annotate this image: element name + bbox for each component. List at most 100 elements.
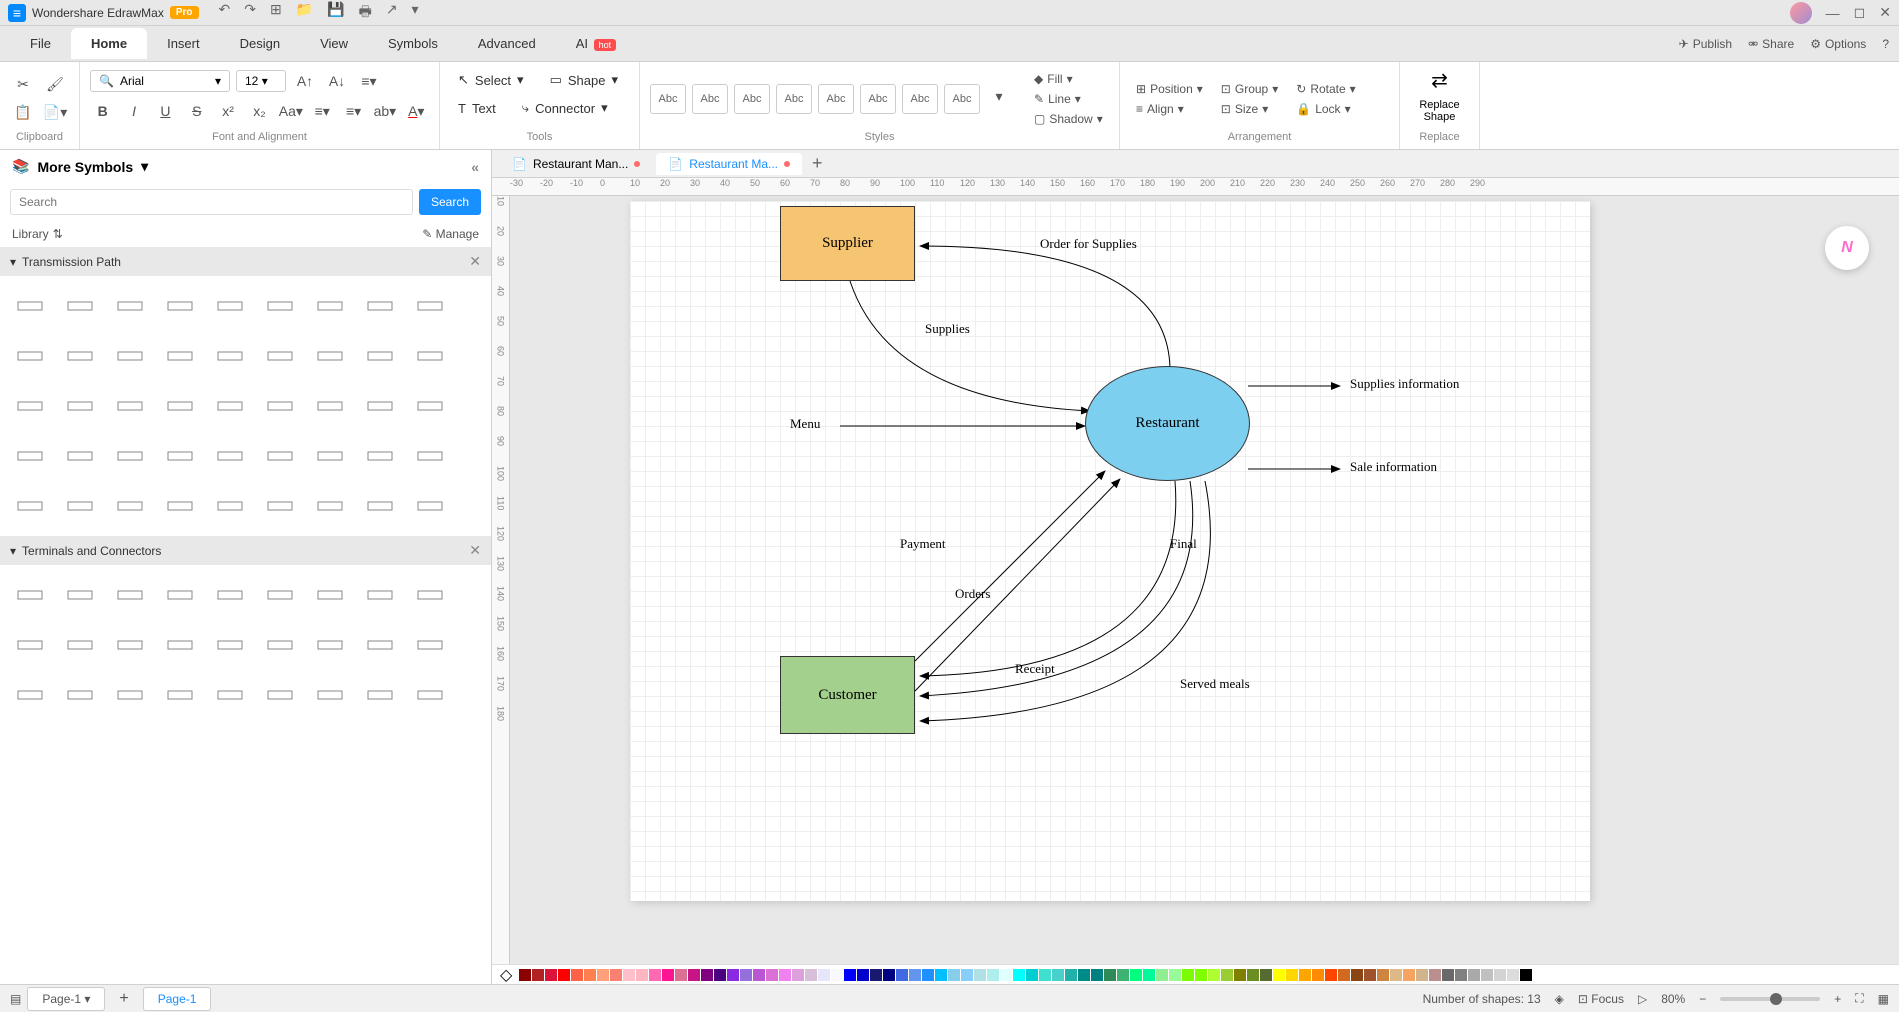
- color-swatch[interactable]: [792, 969, 804, 981]
- redo-icon[interactable]: ↷: [244, 1, 256, 25]
- color-swatch[interactable]: [1416, 969, 1428, 981]
- symbol-shape[interactable]: [258, 434, 302, 478]
- color-swatch[interactable]: [1520, 969, 1532, 981]
- symbol-shape[interactable]: [8, 284, 52, 328]
- strike-icon[interactable]: S: [184, 98, 209, 124]
- symbol-shape[interactable]: [8, 484, 52, 528]
- symbol-shape[interactable]: [308, 623, 352, 667]
- line-spacing-icon[interactable]: ≡▾: [310, 98, 335, 124]
- color-swatch[interactable]: [1039, 969, 1051, 981]
- pages-icon[interactable]: ▤: [10, 992, 21, 1006]
- shape-tool[interactable]: ▭ Shape ▾: [542, 68, 626, 92]
- symbol-shape[interactable]: [358, 484, 402, 528]
- color-swatch[interactable]: [831, 969, 843, 981]
- library-label[interactable]: Library: [12, 227, 49, 241]
- help-button[interactable]: ?: [1882, 37, 1889, 51]
- orders-label[interactable]: Orders: [955, 586, 990, 602]
- color-swatch[interactable]: [1507, 969, 1519, 981]
- save-icon[interactable]: 💾: [327, 1, 344, 25]
- select-tool[interactable]: ↖ Select ▾: [450, 68, 532, 92]
- open-icon[interactable]: 📁: [296, 1, 313, 25]
- symbol-shape[interactable]: [258, 384, 302, 428]
- color-swatch[interactable]: [870, 969, 882, 981]
- page-tab-1[interactable]: Page-1: [143, 987, 212, 1011]
- symbol-shape[interactable]: [108, 434, 152, 478]
- symbol-shape[interactable]: [158, 384, 202, 428]
- symbol-shape[interactable]: [408, 484, 452, 528]
- color-swatch[interactable]: [1429, 969, 1441, 981]
- color-swatch[interactable]: [753, 969, 765, 981]
- search-button[interactable]: Search: [419, 189, 481, 215]
- color-swatch[interactable]: [935, 969, 947, 981]
- symbol-shape[interactable]: [58, 573, 102, 617]
- cut-icon[interactable]: ✂: [10, 72, 36, 98]
- symbol-shape[interactable]: [208, 673, 252, 717]
- color-swatch[interactable]: [1377, 969, 1389, 981]
- color-swatch[interactable]: [545, 969, 557, 981]
- text-tool[interactable]: T Text: [450, 96, 504, 120]
- symbol-shape[interactable]: [308, 334, 352, 378]
- color-swatch[interactable]: [636, 969, 648, 981]
- section-close-icon[interactable]: ✕: [469, 542, 481, 559]
- manage-button[interactable]: ✎ Manage: [422, 227, 479, 241]
- menu-insert[interactable]: Insert: [147, 28, 220, 59]
- fullscreen-icon[interactable]: ▦: [1878, 992, 1889, 1006]
- symbol-shape[interactable]: [58, 673, 102, 717]
- color-swatch[interactable]: [1156, 969, 1168, 981]
- publish-button[interactable]: ✈ Publish: [1679, 37, 1732, 51]
- menu-view[interactable]: View: [300, 28, 368, 59]
- color-swatch[interactable]: [1182, 969, 1194, 981]
- share-button[interactable]: ⚮ Share: [1748, 37, 1794, 51]
- style-preset-8[interactable]: Abc: [944, 84, 980, 114]
- add-tab-button[interactable]: +: [806, 153, 829, 174]
- symbol-shape[interactable]: [58, 623, 102, 667]
- symbol-shape[interactable]: [408, 334, 452, 378]
- color-swatch[interactable]: [519, 969, 531, 981]
- color-swatch[interactable]: [662, 969, 674, 981]
- symbol-shape[interactable]: [258, 334, 302, 378]
- symbol-shape[interactable]: [108, 573, 152, 617]
- color-swatch[interactable]: [1130, 969, 1142, 981]
- symbol-shape[interactable]: [58, 434, 102, 478]
- fit-icon[interactable]: ⛶: [1855, 991, 1863, 1006]
- section-close-icon[interactable]: ✕: [469, 253, 481, 270]
- symbol-shape[interactable]: [208, 484, 252, 528]
- increase-font-icon[interactable]: A↑: [292, 68, 318, 94]
- color-swatch[interactable]: [766, 969, 778, 981]
- color-swatch[interactable]: [896, 969, 908, 981]
- color-swatch[interactable]: [1117, 969, 1129, 981]
- symbol-shape[interactable]: [108, 484, 152, 528]
- zoom-in-button[interactable]: +: [1834, 992, 1841, 1006]
- symbol-shape[interactable]: [358, 384, 402, 428]
- color-swatch[interactable]: [740, 969, 752, 981]
- served-meals-label[interactable]: Served meals: [1180, 676, 1250, 692]
- undo-icon[interactable]: ↶: [219, 1, 231, 25]
- menu-symbols[interactable]: Symbols: [368, 28, 458, 59]
- color-swatch[interactable]: [1013, 969, 1025, 981]
- symbol-shape[interactable]: [108, 623, 152, 667]
- symbol-shape[interactable]: [8, 434, 52, 478]
- color-swatch[interactable]: [883, 969, 895, 981]
- symbol-shape[interactable]: [308, 284, 352, 328]
- play-icon[interactable]: ▷: [1638, 992, 1647, 1006]
- color-swatch[interactable]: [1000, 969, 1012, 981]
- underline-icon[interactable]: U: [153, 98, 178, 124]
- symbol-shape[interactable]: [258, 623, 302, 667]
- color-swatch[interactable]: [974, 969, 986, 981]
- avatar[interactable]: [1790, 2, 1812, 24]
- color-swatch[interactable]: [727, 969, 739, 981]
- symbol-shape[interactable]: [358, 434, 402, 478]
- symbol-shape[interactable]: [8, 334, 52, 378]
- doc-tab-2[interactable]: 📄 Restaurant Ma...: [656, 153, 802, 175]
- menu-home[interactable]: Home: [71, 28, 147, 59]
- font-size-select[interactable]: 12 ▾: [236, 70, 286, 92]
- symbol-shape[interactable]: [58, 484, 102, 528]
- color-swatch[interactable]: [701, 969, 713, 981]
- color-swatch[interactable]: [1312, 969, 1324, 981]
- symbol-shape[interactable]: [108, 673, 152, 717]
- rotate-button[interactable]: ↻ Rotate ▾: [1290, 80, 1361, 98]
- menu-advanced[interactable]: Advanced: [458, 28, 556, 59]
- color-swatch[interactable]: [961, 969, 973, 981]
- fill-button[interactable]: ◆ Fill ▾: [1028, 70, 1109, 88]
- layers-icon[interactable]: ◈: [1555, 992, 1564, 1006]
